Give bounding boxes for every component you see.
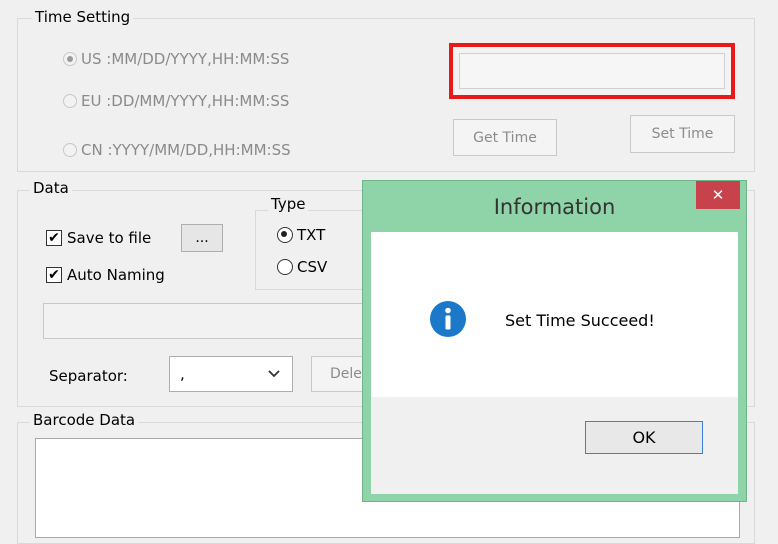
radio-type-csv[interactable]: CSV xyxy=(277,258,327,276)
browse-button[interactable]: ... xyxy=(181,224,223,252)
chevron-down-icon xyxy=(268,370,280,378)
time-value-inner xyxy=(459,53,725,89)
delete-button-label: Dele xyxy=(330,366,362,382)
auto-naming-label: Auto Naming xyxy=(67,266,165,284)
radio-csv-indicator xyxy=(277,259,293,275)
radio-us-format[interactable]: US :MM/DD/YYYY,HH:MM:SS xyxy=(63,50,289,68)
get-time-button[interactable]: Get Time xyxy=(453,119,557,156)
auto-naming-checkbox[interactable]: ✔ Auto Naming xyxy=(46,266,165,284)
save-to-file-check-icon: ✔ xyxy=(46,230,62,246)
radio-txt-indicator xyxy=(277,227,293,243)
separator-label: Separator: xyxy=(49,367,128,385)
ok-button[interactable]: OK xyxy=(585,421,703,454)
file-path-field[interactable] xyxy=(43,303,373,339)
radio-cn-indicator xyxy=(63,143,77,157)
auto-naming-check-icon: ✔ xyxy=(46,267,62,283)
radio-type-txt[interactable]: TXT xyxy=(277,226,325,244)
radio-csv-label: CSV xyxy=(297,258,328,276)
dialog-close-button[interactable]: ✕ xyxy=(696,181,740,209)
set-time-button[interactable]: Set Time xyxy=(630,115,735,153)
type-title: Type xyxy=(268,195,309,213)
radio-txt-label: TXT xyxy=(297,226,326,244)
dialog-body: Set Time Succeed! OK xyxy=(371,232,738,494)
info-icon xyxy=(430,301,466,341)
dialog-message: Set Time Succeed! xyxy=(505,311,655,330)
dialog-title: Information xyxy=(493,195,616,219)
information-dialog: Information ✕ Set Time Succeed! OK xyxy=(362,180,747,502)
radio-cn-label: CN :YYYY/MM/DD,HH:MM:SS xyxy=(81,141,291,159)
close-icon: ✕ xyxy=(711,186,725,204)
radio-eu-indicator xyxy=(63,94,77,108)
radio-us-label: US :MM/DD/YYYY,HH:MM:SS xyxy=(81,50,290,68)
time-setting-title: Time Setting xyxy=(32,8,134,26)
type-group xyxy=(255,210,377,290)
save-to-file-checkbox[interactable]: ✔ Save to file xyxy=(46,229,151,247)
radio-us-indicator xyxy=(63,52,77,66)
separator-value: , xyxy=(180,365,185,383)
save-to-file-label: Save to file xyxy=(67,229,152,247)
time-value-field[interactable] xyxy=(449,43,735,99)
barcode-title: Barcode Data xyxy=(30,411,139,429)
radio-eu-label: EU :DD/MM/YYYY,HH:MM:SS xyxy=(81,92,290,110)
data-title: Data xyxy=(30,179,72,197)
separator-select[interactable]: , xyxy=(169,356,293,392)
radio-cn-format[interactable]: CN :YYYY/MM/DD,HH:MM:SS xyxy=(63,141,291,159)
radio-eu-format[interactable]: EU :DD/MM/YYYY,HH:MM:SS xyxy=(63,92,289,110)
